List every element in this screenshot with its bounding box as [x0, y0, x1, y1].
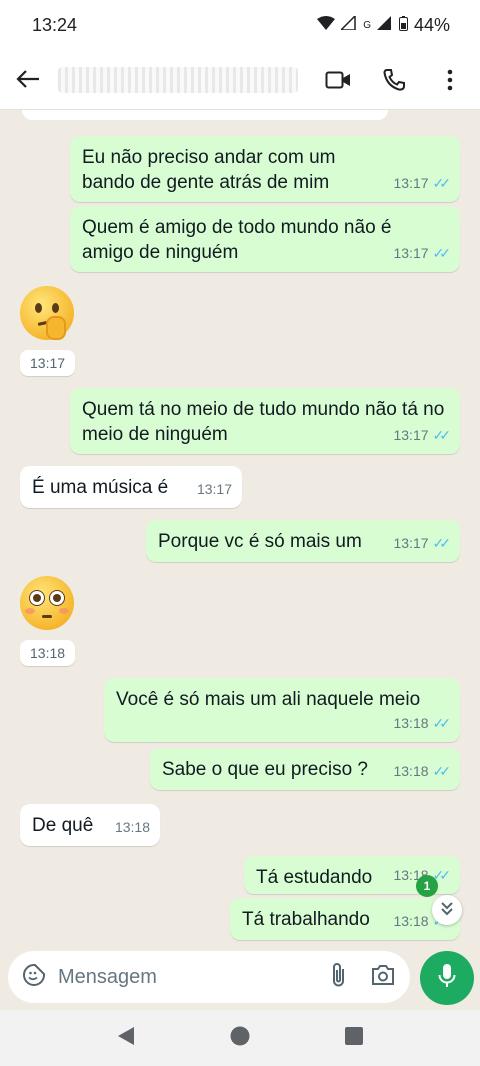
message-outgoing[interactable]: Tá trabalhando 13:18✓✓	[230, 898, 460, 940]
message-time: 13:17	[393, 245, 429, 261]
read-ticks-icon: ✓✓	[432, 175, 452, 191]
nav-home-icon[interactable]	[230, 1026, 250, 1051]
message-outgoing[interactable]: Quem é amigo de todo mundo não é amigo d…	[70, 206, 460, 272]
scroll-to-bottom-button[interactable]	[432, 895, 462, 925]
read-ticks-icon: ✓✓	[432, 427, 452, 443]
chat-header	[0, 50, 480, 110]
message-text: Tá trabalhando	[242, 909, 370, 930]
phone-call-icon[interactable]	[380, 66, 408, 94]
sticker-icon[interactable]	[22, 963, 46, 992]
status-time: 13:24	[32, 14, 78, 35]
voice-message-button[interactable]	[420, 951, 474, 1005]
video-call-icon[interactable]	[324, 66, 352, 94]
message-time: 13:18	[393, 763, 429, 779]
signal-icon	[339, 14, 357, 34]
flushed-face-icon	[20, 576, 74, 630]
back-arrow-icon[interactable]	[16, 64, 52, 96]
message-incoming[interactable]: De quê 13:18	[20, 804, 160, 846]
message-outgoing[interactable]: Você é só mais um ali naquele meio 13:18…	[104, 678, 460, 742]
signal-full-icon	[376, 16, 393, 34]
message-text: Eu não preciso andar com um bando de gen…	[82, 147, 336, 193]
message-outgoing[interactable]: Porque vc é só mais um 13:17 ✓✓	[146, 520, 460, 562]
message-text: De quê	[32, 815, 94, 836]
read-ticks-icon: ✓✓	[432, 715, 452, 731]
network-type: G	[363, 19, 371, 31]
read-ticks-icon: ✓✓	[432, 245, 452, 261]
camera-icon[interactable]	[370, 964, 396, 991]
message-time: 13:18	[393, 913, 429, 929]
message-incoming[interactable]: É uma música é 13:17	[20, 466, 242, 508]
message-time: 13:17	[393, 427, 429, 443]
contact-name-redacted[interactable]	[58, 66, 298, 93]
previous-message-cut	[22, 110, 388, 120]
wifi-icon	[317, 16, 336, 34]
status-bar: 13:24 G 44%	[0, 0, 480, 50]
unread-count-badge: 1	[416, 875, 438, 897]
double-chevron-down-icon	[440, 900, 454, 921]
battery-icon	[398, 15, 408, 35]
message-text: Sabe o que eu preciso ?	[162, 759, 368, 780]
message-text: É uma música é	[32, 477, 169, 498]
message-time: 13:17	[20, 350, 76, 376]
message-outgoing[interactable]: Sabe o que eu preciso ? 13:18 ✓✓	[150, 748, 460, 790]
message-time: 13:18	[393, 715, 429, 731]
system-navigation-bar	[0, 1010, 480, 1066]
status-icons: G 44%	[317, 14, 450, 36]
more-options-icon[interactable]	[436, 66, 464, 94]
message-input[interactable]	[58, 965, 298, 989]
message-time: 13:18	[20, 640, 76, 666]
message-incoming-emoji[interactable]: 13:17	[20, 286, 76, 376]
microphone-icon	[438, 963, 456, 994]
attach-icon[interactable]	[332, 962, 346, 993]
message-time: 13:17	[196, 481, 232, 497]
nav-back-icon[interactable]	[117, 1026, 135, 1051]
message-time: 13:18	[114, 819, 150, 835]
thinking-face-icon	[20, 286, 74, 340]
message-list[interactable]: Eu não preciso andar com um bando de gen…	[0, 110, 480, 945]
message-incoming-emoji[interactable]: 13:18	[20, 576, 76, 666]
message-composer	[8, 951, 410, 1003]
read-ticks-icon: ✓✓	[432, 535, 452, 551]
message-text: Tá estudando	[256, 867, 373, 888]
message-outgoing[interactable]: Quem tá no meio de tudo mundo não tá no …	[70, 388, 460, 454]
message-text: Você é só mais um ali naquele meio	[116, 689, 421, 710]
nav-recents-icon[interactable]	[344, 1026, 363, 1050]
message-time: 13:17	[393, 175, 429, 191]
read-ticks-icon: ✓✓	[432, 763, 452, 779]
message-outgoing[interactable]: Eu não preciso andar com um bando de gen…	[70, 136, 460, 202]
battery-level: 44%	[413, 14, 450, 35]
message-time: 13:17	[393, 535, 429, 551]
message-text: Quem é amigo de todo mundo não é amigo d…	[82, 217, 392, 263]
message-text: Porque vc é só mais um	[158, 531, 362, 552]
